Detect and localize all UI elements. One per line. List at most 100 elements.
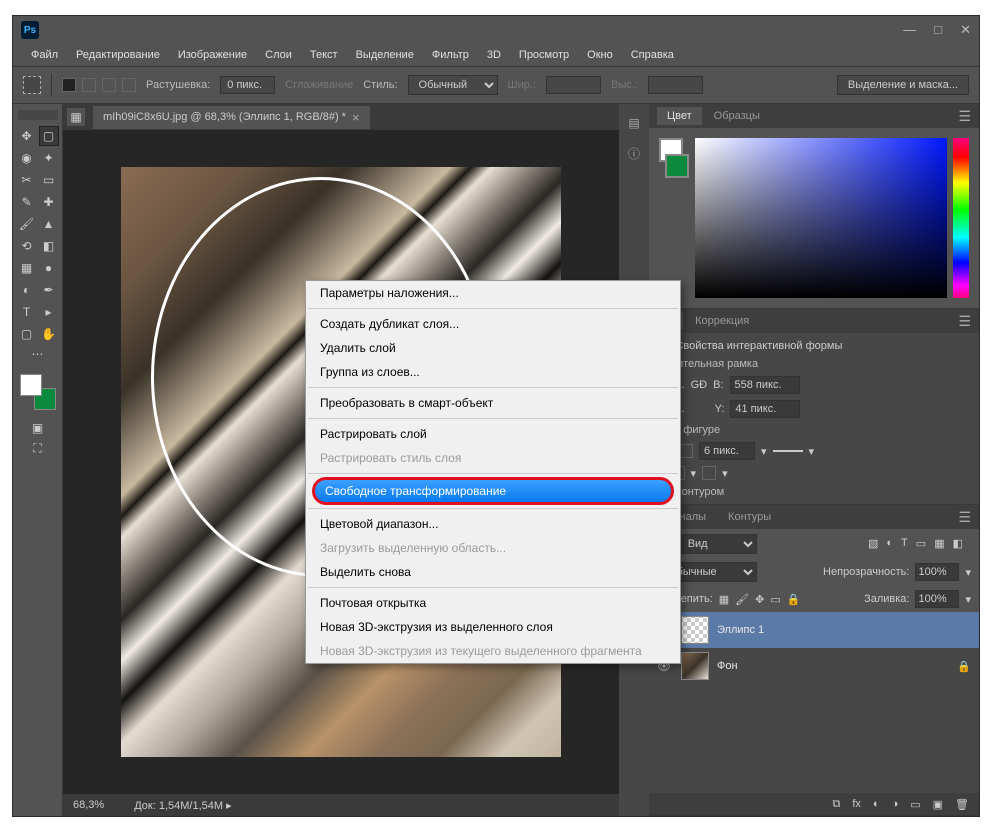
- context-menu-item[interactable]: Свободное трансформирование: [312, 477, 674, 505]
- marquee-tool-icon[interactable]: [23, 76, 41, 94]
- quickmask-tool[interactable]: ▣: [28, 418, 48, 438]
- context-menu-item[interactable]: Создать дубликат слоя...: [306, 312, 680, 336]
- menu-file[interactable]: Файл: [23, 47, 66, 63]
- new-selection-icon[interactable]: [62, 78, 76, 92]
- intersect-selection-icon[interactable]: [122, 78, 136, 92]
- link-wh-icon[interactable]: GĐ: [691, 379, 708, 391]
- tab-correction[interactable]: Коррекция: [685, 312, 759, 330]
- menu-text[interactable]: Текст: [302, 47, 346, 63]
- opacity-dropdown-icon[interactable]: ▾: [965, 566, 971, 579]
- type-tool[interactable]: T: [17, 302, 37, 322]
- path-select-tool[interactable]: ▸: [39, 302, 59, 322]
- mask-icon[interactable]: ◐: [873, 798, 880, 810]
- color-picker-field[interactable]: [695, 138, 947, 298]
- color-swatch[interactable]: [20, 374, 56, 410]
- lock-artboard-icon[interactable]: ▭: [770, 593, 780, 606]
- window-close-button[interactable]: ✕: [960, 22, 971, 38]
- info-dock-icon[interactable]: ⓘ: [623, 142, 645, 164]
- hand-tool[interactable]: ✋: [39, 324, 59, 344]
- group-icon[interactable]: ▭: [910, 798, 920, 811]
- context-menu-item[interactable]: Почтовая открытка: [306, 591, 680, 615]
- marquee-tool[interactable]: ▢: [39, 126, 59, 146]
- layers-panel-menu-icon[interactable]: ☰: [958, 509, 971, 526]
- layer-name[interactable]: Фон: [717, 660, 738, 672]
- filter-type-icon[interactable]: T: [901, 537, 908, 550]
- color-panel-menu-icon[interactable]: ☰: [958, 108, 971, 125]
- filter-image-icon[interactable]: ▧: [868, 537, 878, 550]
- lock-icon[interactable]: 🔒: [957, 660, 971, 673]
- context-menu-item[interactable]: Выделить снова: [306, 560, 680, 584]
- subtract-selection-icon[interactable]: [102, 78, 116, 92]
- eraser-tool[interactable]: ◧: [39, 236, 59, 256]
- context-menu-item[interactable]: Удалить слой: [306, 336, 680, 360]
- healing-tool[interactable]: ✚: [39, 192, 59, 212]
- blur-tool[interactable]: ●: [39, 258, 59, 278]
- foreground-color-swatch[interactable]: [20, 374, 42, 396]
- adjust-icon[interactable]: ◑: [892, 798, 899, 810]
- document-tab[interactable]: mIh09iC8x6U.jpg @ 68,3% (Эллипс 1, RGB/8…: [93, 106, 370, 129]
- tab-swatches[interactable]: Образцы: [704, 107, 770, 125]
- arrange-docs-icon[interactable]: ▦: [67, 108, 85, 126]
- context-menu-item[interactable]: Цветовой диапазон...: [306, 512, 680, 536]
- layer-thumb[interactable]: [681, 616, 709, 644]
- panel-background-swatch[interactable]: [665, 154, 689, 178]
- layer-item[interactable]: 👁 Эллипс 1: [649, 612, 979, 648]
- gradient-tool[interactable]: ▦: [17, 258, 37, 278]
- eyedropper-tool[interactable]: ✎: [17, 192, 37, 212]
- tab-paths[interactable]: Контуры: [718, 508, 781, 526]
- stroke-style-dropdown[interactable]: ▾: [809, 445, 815, 458]
- brush-tool[interactable]: 🖌: [17, 214, 37, 234]
- document-tab-close-icon[interactable]: ×: [352, 110, 360, 125]
- fill-input[interactable]: [915, 590, 959, 608]
- feather-input[interactable]: [220, 76, 275, 94]
- corner-icon[interactable]: [702, 466, 716, 480]
- filter-shape-icon[interactable]: ▭: [916, 537, 926, 550]
- menu-view[interactable]: Просмотр: [511, 47, 577, 63]
- trash-icon[interactable]: 🗑: [955, 798, 969, 811]
- history-brush-tool[interactable]: ⟲: [17, 236, 37, 256]
- add-selection-icon[interactable]: [82, 78, 96, 92]
- style-select[interactable]: Обычный: [408, 75, 498, 95]
- menu-image[interactable]: Изображение: [170, 47, 255, 63]
- y-input[interactable]: [730, 400, 800, 418]
- opacity-input[interactable]: [915, 563, 959, 581]
- stamp-tool[interactable]: ▲: [39, 214, 59, 234]
- context-menu-item[interactable]: Растрировать слой: [306, 422, 680, 446]
- magic-wand-tool[interactable]: ✦: [39, 148, 59, 168]
- new-layer-icon[interactable]: ▣: [933, 798, 943, 811]
- more-tool[interactable]: ⋯: [28, 344, 48, 364]
- lock-paint-icon[interactable]: 🖌: [735, 593, 749, 606]
- properties-panel-menu-icon[interactable]: ☰: [958, 313, 971, 330]
- menu-3d[interactable]: 3D: [479, 47, 509, 63]
- fx-icon[interactable]: fx: [852, 798, 861, 810]
- move-tool[interactable]: ✥: [17, 126, 37, 146]
- frame-tool[interactable]: ▭: [39, 170, 59, 190]
- hue-slider[interactable]: [953, 138, 969, 298]
- layer-thumb[interactable]: [681, 652, 709, 680]
- toolbox-grip[interactable]: [18, 110, 58, 120]
- crop-tool[interactable]: ✂: [17, 170, 37, 190]
- fill-dropdown-icon[interactable]: ▾: [965, 593, 971, 606]
- filter-toggle-icon[interactable]: ◧: [953, 537, 963, 550]
- menu-edit[interactable]: Редактирование: [68, 47, 168, 63]
- stroke-width-input[interactable]: [699, 442, 755, 460]
- zoom-value[interactable]: 68,3%: [73, 799, 104, 811]
- menu-window[interactable]: Окно: [579, 47, 621, 63]
- context-menu-item[interactable]: Новая 3D-экструзия из выделенного слоя: [306, 615, 680, 639]
- context-menu-item[interactable]: Параметры наложения...: [306, 281, 680, 305]
- stroke-swatch[interactable]: [679, 444, 693, 458]
- filter-smart-icon[interactable]: ▦: [934, 537, 944, 550]
- menu-filter[interactable]: Фильтр: [424, 47, 477, 63]
- menu-select[interactable]: Выделение: [348, 47, 422, 63]
- menu-layers[interactable]: Слои: [257, 47, 300, 63]
- layer-item[interactable]: 👁 Фон 🔒: [649, 648, 979, 684]
- stroke-style-preview[interactable]: [773, 450, 803, 452]
- lock-trans-icon[interactable]: ▦: [719, 593, 729, 606]
- panel-color-swatch[interactable]: [659, 138, 689, 298]
- history-dock-icon[interactable]: ▤: [623, 112, 645, 134]
- tab-color[interactable]: Цвет: [657, 107, 702, 125]
- context-menu-item[interactable]: Преобразовать в смарт-объект: [306, 391, 680, 415]
- window-maximize-button[interactable]: □: [934, 22, 942, 38]
- link-layers-icon[interactable]: ⧉: [832, 798, 840, 811]
- select-and-mask-button[interactable]: Выделение и маска...: [837, 75, 969, 95]
